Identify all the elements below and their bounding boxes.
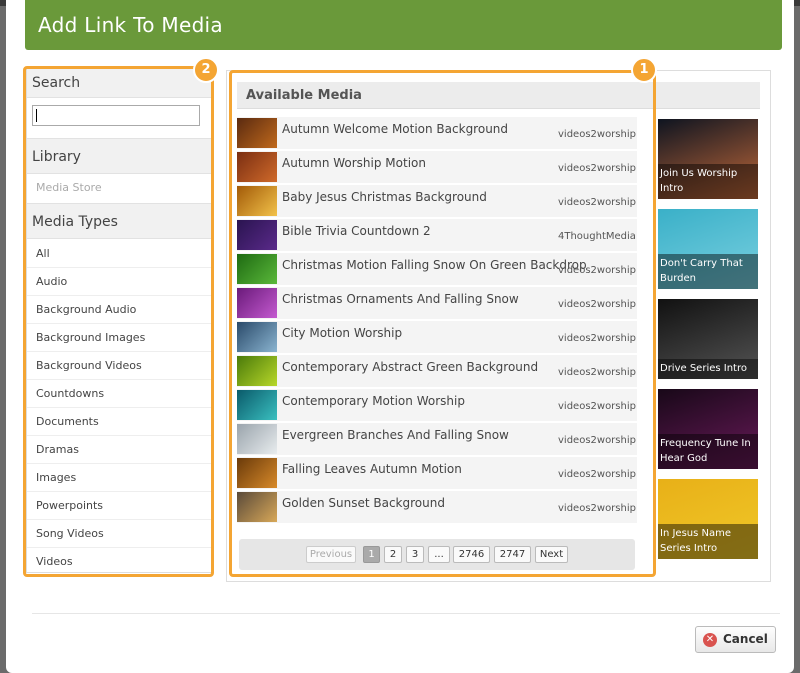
featured-caption: In Jesus Name Series Intro <box>658 524 758 559</box>
cancel-label: Cancel <box>723 632 768 646</box>
dialog-header: Add Link To Media <box>25 0 782 50</box>
dialog-title: Add Link To Media <box>38 13 223 37</box>
footer-divider <box>32 613 780 614</box>
cancel-icon: ✕ <box>703 633 717 647</box>
featured-caption: Frequency Tune In Hear God <box>658 434 758 469</box>
featured-caption: Join Us Worship Intro <box>658 164 758 199</box>
main-annotation-box <box>229 70 656 577</box>
annotation-badge-1: 1 <box>631 57 657 83</box>
featured-item[interactable]: In Jesus Name Series Intro <box>658 479 758 559</box>
featured-item[interactable]: Drive Series Intro <box>658 299 758 379</box>
add-link-dialog: Add Link To Media Search Library Media S… <box>6 0 794 673</box>
featured-item[interactable]: Don't Carry That Burden <box>658 209 758 289</box>
sidebar-annotation-box <box>23 66 214 577</box>
annotation-badge-2: 2 <box>193 57 219 83</box>
featured-caption: Don't Carry That Burden <box>658 254 758 289</box>
featured-item[interactable]: Frequency Tune In Hear God <box>658 389 758 469</box>
featured-item[interactable]: Join Us Worship Intro <box>658 119 758 199</box>
cancel-button[interactable]: ✕ Cancel <box>695 626 776 653</box>
featured-caption: Drive Series Intro <box>658 359 758 379</box>
